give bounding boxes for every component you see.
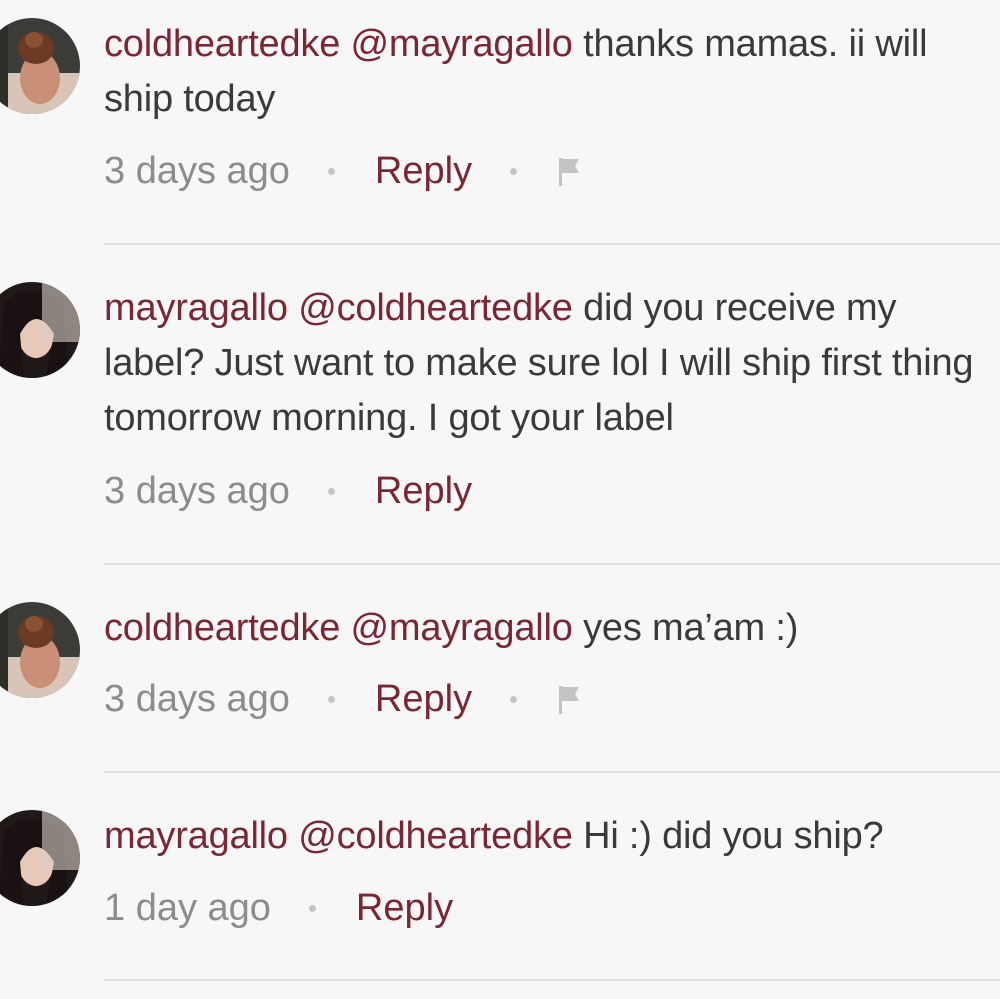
comment-text: mayragallo @coldheartedke Hi :) did you …: [104, 809, 990, 864]
avatar[interactable]: [0, 602, 80, 698]
divider: [104, 771, 1000, 773]
separator-dot: [510, 167, 518, 175]
comment-timestamp: 3 days ago: [104, 470, 290, 512]
separator-dot: [510, 695, 518, 703]
divider: [104, 243, 1000, 245]
avatar[interactable]: [0, 810, 80, 906]
comment-meta: 3 days ago Reply: [104, 469, 472, 513]
avatar[interactable]: [0, 18, 80, 114]
reply-button[interactable]: Reply: [375, 677, 472, 721]
comment-mention[interactable]: @coldheartedke: [298, 287, 573, 329]
comment-username[interactable]: mayragallo: [104, 815, 288, 857]
comment-meta: 3 days ago Reply: [104, 149, 589, 193]
comment-text: coldheartedke @mayragallo thanks mamas. …: [104, 17, 990, 127]
divider: [104, 563, 1000, 565]
comment-meta: 3 days ago Reply: [104, 677, 589, 721]
comment-meta: 1 day ago Reply: [104, 886, 453, 930]
reply-button[interactable]: Reply: [375, 149, 472, 193]
comment-username[interactable]: coldheartedke: [104, 607, 340, 649]
user-photo-icon: [0, 18, 80, 114]
comment-text: coldheartedke @mayragallo yes ma’am :): [104, 601, 990, 656]
user-photo-icon: [0, 602, 80, 698]
avatar[interactable]: [0, 282, 80, 378]
comment-message: yes ma’am :): [583, 607, 799, 649]
comment-mention[interactable]: @coldheartedke: [298, 815, 573, 857]
separator-dot: [327, 695, 335, 703]
separator-dot: [327, 487, 335, 495]
flag-icon[interactable]: [557, 154, 589, 188]
comment-timestamp: 3 days ago: [104, 678, 290, 720]
separator-dot: [308, 904, 316, 912]
comment-mention[interactable]: @mayragallo: [350, 607, 572, 649]
divider: [104, 979, 1000, 981]
flag-icon[interactable]: [557, 682, 589, 716]
comment-text: mayragallo @coldheartedke did you receiv…: [104, 281, 990, 446]
comment-timestamp: 1 day ago: [104, 887, 271, 929]
reply-button[interactable]: Reply: [375, 469, 472, 513]
comment-username[interactable]: mayragallo: [104, 287, 288, 329]
comment-username[interactable]: coldheartedke: [104, 23, 340, 65]
comment-timestamp: 3 days ago: [104, 150, 290, 192]
user-photo-icon: [0, 282, 80, 378]
user-photo-icon: [0, 810, 80, 906]
reply-button[interactable]: Reply: [356, 886, 453, 930]
comment-message: Hi :) did you ship?: [583, 815, 884, 857]
comment-mention[interactable]: @mayragallo: [350, 23, 572, 65]
separator-dot: [327, 167, 335, 175]
